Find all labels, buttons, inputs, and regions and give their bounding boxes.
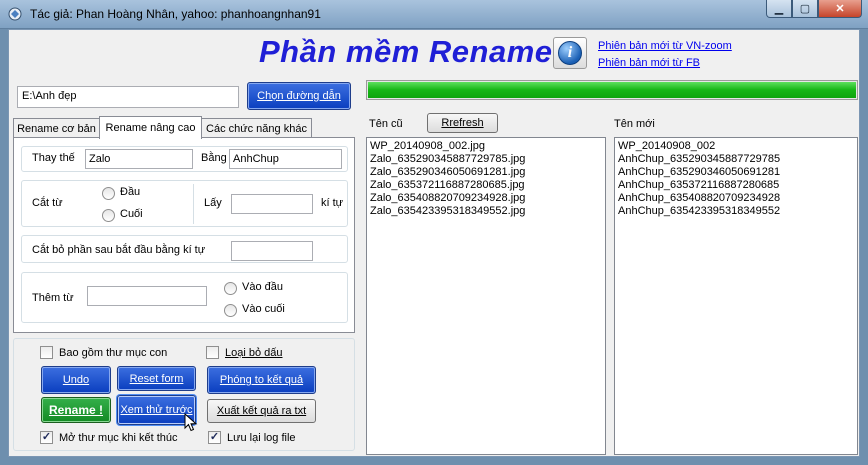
- main-window: Phần mềm Rename i Phiên bản mới từ VN-zo…: [8, 29, 860, 457]
- list-item[interactable]: AnhChup_635423395318349552: [618, 205, 854, 218]
- path-input[interactable]: E:\Anh đẹp: [17, 86, 239, 108]
- add-start-label: Vào đầu: [242, 281, 283, 293]
- undo-label: Undo: [62, 374, 90, 386]
- choose-path-button[interactable]: Chọn đường dẫn: [247, 82, 351, 110]
- trim-input[interactable]: [231, 241, 313, 261]
- save-log-label: Lưu lại log file: [227, 432, 296, 444]
- link-vnzoom[interactable]: Phiên bản mới từ VN-zoom: [598, 40, 732, 52]
- divider: [193, 184, 194, 224]
- progress-fill: [368, 82, 856, 98]
- choose-path-label: Chọn đường dẫn: [257, 90, 341, 102]
- add-input[interactable]: [87, 286, 207, 306]
- cut-start-label: Đầu: [120, 186, 141, 198]
- title-bar: Tác giả: Phan Hoàng Nhân, yahoo: phanhoa…: [0, 0, 868, 29]
- open-folder-label: Mở thư mục khi kết thúc: [59, 432, 178, 444]
- list-item[interactable]: AnhChup_635408820709234928: [618, 192, 854, 205]
- list-item[interactable]: Zalo_635372116887280685.jpg: [370, 179, 602, 192]
- preview-label: Xem thử trước: [120, 404, 193, 416]
- replace-group: Thay thế Zalo Bằng AnhChup: [21, 146, 348, 172]
- new-names-header: Tên mới: [614, 118, 655, 130]
- list-item[interactable]: AnhChup_635290346050691281: [618, 166, 854, 179]
- tab-rename-basic[interactable]: Rename cơ bản: [13, 118, 100, 138]
- add-start-radio[interactable]: [224, 282, 237, 295]
- add-end-radio[interactable]: [224, 304, 237, 317]
- tab-other-functions[interactable]: Các chức năng khác: [201, 118, 312, 138]
- app-title: Phần mềm Rename: [259, 34, 553, 69]
- replace-label: Thay thế: [32, 152, 75, 164]
- trim-group: Cắt bỏ phần sau bắt đầu bằng kí tự: [21, 235, 348, 263]
- list-item[interactable]: Zalo_635408820709234928.jpg: [370, 192, 602, 205]
- export-txt-button[interactable]: Xuất kết quả ra txt: [207, 399, 316, 423]
- list-item[interactable]: WP_20140908_002: [618, 140, 854, 153]
- export-label: Xuất kết quả ra txt: [216, 405, 307, 417]
- cut-start-radio[interactable]: [102, 187, 115, 200]
- advanced-panel: Thay thế Zalo Bằng AnhChup Cắt từ Đầu Cu…: [13, 137, 355, 333]
- chars-label: kí tự: [321, 197, 344, 209]
- info-icon: i: [558, 41, 582, 65]
- progress-bar: [366, 80, 858, 100]
- cut-end-label: Cuối: [120, 208, 143, 220]
- list-item[interactable]: Zalo_635290345887729785.jpg: [370, 153, 602, 166]
- list-item[interactable]: AnhChup_635290345887729785: [618, 153, 854, 166]
- include-subfolders-label: Bao gồm thư mục con: [59, 347, 168, 359]
- list-item[interactable]: AnhChup_635372116887280685: [618, 179, 854, 192]
- add-end-label: Vào cuối: [242, 303, 285, 315]
- window-title: Tác giả: Phan Hoàng Nhân, yahoo: phanhoa…: [30, 7, 321, 21]
- trim-label: Cắt bỏ phần sau bắt đầu bằng kí tự: [32, 244, 206, 256]
- with-input[interactable]: AnhChup: [229, 149, 342, 169]
- take-label: Lấy: [204, 197, 222, 209]
- minimize-button[interactable]: ▁: [766, 0, 792, 18]
- app-icon: [8, 7, 22, 21]
- reset-form-button[interactable]: Reset form: [117, 366, 196, 391]
- take-input[interactable]: [231, 194, 313, 214]
- info-button[interactable]: i: [553, 37, 587, 69]
- link-facebook[interactable]: Phiên bản mới từ FB: [598, 57, 700, 69]
- cut-group: Cắt từ Đầu Cuối Lấy kí tự: [21, 180, 348, 227]
- add-group: Thêm từ Vào đầu Vào cuối: [21, 272, 348, 323]
- rename-label: Rename !: [48, 403, 104, 417]
- list-item[interactable]: Zalo_635290346050691281.jpg: [370, 166, 602, 179]
- zoom-result-label: Phóng to kết quả: [219, 374, 304, 386]
- with-label: Bằng: [201, 152, 227, 164]
- tab-label: Rename nâng cao: [105, 122, 196, 134]
- add-label: Thêm từ: [32, 292, 74, 304]
- new-names-list[interactable]: WP_20140908_002 AnhChup_6352903458877297…: [614, 137, 858, 455]
- save-log-checkbox[interactable]: ✓: [208, 431, 221, 444]
- include-subfolders-checkbox[interactable]: [40, 346, 53, 359]
- cut-end-radio[interactable]: [102, 209, 115, 222]
- list-item[interactable]: Zalo_635423395318349552.jpg: [370, 205, 602, 218]
- tab-rename-advanced[interactable]: Rename nâng cao: [99, 116, 202, 139]
- reset-label: Reset form: [129, 372, 184, 385]
- undo-button[interactable]: Undo: [41, 366, 111, 394]
- list-item[interactable]: WP_20140908_002.jpg: [370, 140, 602, 153]
- mouse-cursor-icon: [184, 413, 198, 432]
- old-names-header: Tên cũ: [369, 118, 403, 130]
- cut-label: Cắt từ: [32, 197, 63, 209]
- refresh-label: Rrefresh: [441, 117, 484, 129]
- tab-label: Các chức năng khác: [206, 122, 307, 135]
- rename-button[interactable]: Rename !: [41, 397, 111, 423]
- zoom-result-button[interactable]: Phóng to kết quả: [207, 366, 316, 394]
- tab-label: Rename cơ bản: [17, 122, 96, 135]
- close-button[interactable]: ✕: [818, 0, 862, 18]
- remove-accents-checkbox[interactable]: [206, 346, 219, 359]
- replace-input[interactable]: Zalo: [85, 149, 193, 169]
- remove-accents-label: Loại bỏ dấu: [225, 347, 283, 359]
- open-folder-checkbox[interactable]: ✓: [40, 431, 53, 444]
- refresh-button[interactable]: Rrefresh: [427, 113, 498, 133]
- maximize-button[interactable]: ▢: [792, 0, 818, 18]
- old-names-list[interactable]: WP_20140908_002.jpg Zalo_635290345887729…: [366, 137, 606, 455]
